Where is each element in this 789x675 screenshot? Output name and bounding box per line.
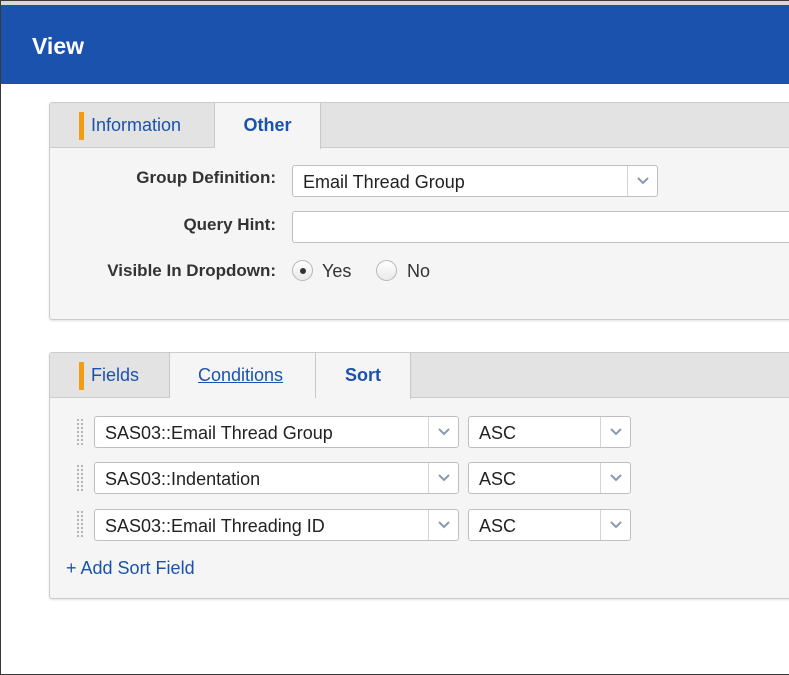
header-bar: View bbox=[1, 5, 789, 84]
radio-no[interactable] bbox=[376, 260, 397, 281]
sort-order-select-1[interactable]: ASC bbox=[468, 416, 631, 448]
tab-other[interactable]: Other bbox=[215, 103, 321, 149]
add-sort-field-link[interactable]: + Add Sort Field bbox=[66, 558, 195, 579]
query-hint-input[interactable] bbox=[292, 211, 789, 243]
chevron-down-icon[interactable] bbox=[600, 510, 630, 540]
tab-information[interactable]: Information bbox=[50, 103, 215, 148]
info-tabbar: Information Other bbox=[50, 103, 789, 149]
tab-fields[interactable]: Fields bbox=[50, 353, 170, 398]
chevron-down-icon[interactable] bbox=[428, 417, 458, 447]
sort-field-value: SAS03::Indentation bbox=[105, 469, 261, 489]
view-window: View Information Other Group Definition:… bbox=[0, 0, 789, 675]
sort-field-value: SAS03::Email Threading ID bbox=[105, 516, 325, 536]
tab-marker bbox=[79, 112, 84, 140]
chevron-down-icon[interactable] bbox=[428, 510, 458, 540]
tab-marker bbox=[79, 362, 84, 390]
information-panel: Information Other Group Definition: Emai… bbox=[49, 102, 789, 320]
sort-field-select-2[interactable]: SAS03::Indentation bbox=[94, 462, 459, 494]
visible-in-dropdown-label: Visible In Dropdown: bbox=[107, 261, 276, 280]
chevron-down-icon[interactable] bbox=[428, 463, 458, 493]
sort-field-select-1[interactable]: SAS03::Email Thread Group bbox=[94, 416, 459, 448]
sort-order-select-3[interactable]: ASC bbox=[468, 509, 631, 541]
tab-information-label: Information bbox=[91, 115, 182, 135]
radio-yes-label[interactable]: Yes bbox=[322, 261, 351, 282]
sort-order-value: ASC bbox=[479, 423, 517, 443]
page-title: View bbox=[32, 33, 84, 59]
fields-panel: Fields Conditions Sort SAS03::Email Thre… bbox=[49, 352, 789, 599]
group-definition-value: Email Thread Group bbox=[303, 172, 465, 192]
chevron-down-icon[interactable] bbox=[600, 463, 630, 493]
group-definition-label: Group Definition: bbox=[136, 168, 276, 187]
group-definition-select[interactable]: Email Thread Group bbox=[292, 165, 658, 197]
tab-sort-label: Sort bbox=[345, 365, 381, 385]
chevron-down-icon[interactable] bbox=[627, 166, 657, 196]
sort-order-value: ASC bbox=[479, 469, 517, 489]
drag-handle-icon[interactable] bbox=[77, 465, 85, 491]
sort-order-value: ASC bbox=[479, 516, 517, 536]
tab-sort[interactable]: Sort bbox=[316, 353, 411, 399]
tab-conditions[interactable]: Conditions bbox=[170, 353, 316, 398]
chevron-down-icon[interactable] bbox=[600, 417, 630, 447]
sort-field-value: SAS03::Email Thread Group bbox=[105, 423, 333, 443]
radio-no-label[interactable]: No bbox=[407, 261, 430, 282]
drag-handle-icon[interactable] bbox=[77, 419, 85, 445]
tab-conditions-label: Conditions bbox=[198, 365, 284, 385]
tab-fields-label: Fields bbox=[91, 365, 140, 385]
radio-yes[interactable] bbox=[292, 260, 313, 281]
fields-tabbar: Fields Conditions Sort bbox=[50, 353, 789, 399]
drag-handle-icon[interactable] bbox=[77, 511, 85, 537]
sort-order-select-2[interactable]: ASC bbox=[468, 462, 631, 494]
tab-other-label: Other bbox=[243, 115, 292, 135]
sort-field-select-3[interactable]: SAS03::Email Threading ID bbox=[94, 509, 459, 541]
query-hint-label: Query Hint: bbox=[183, 215, 276, 234]
